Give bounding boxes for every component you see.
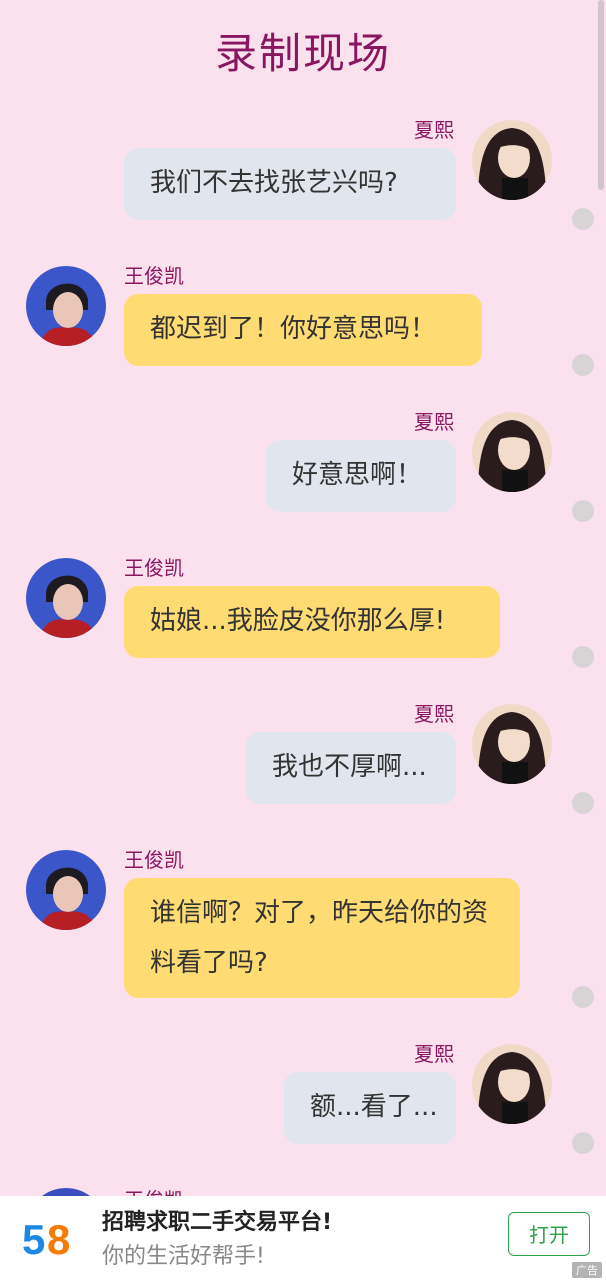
page-title: 录制现场 xyxy=(214,29,391,78)
sender-name: 夏熙 xyxy=(414,702,454,726)
ad-subtitle: 你的生活好帮手! xyxy=(102,1244,265,1269)
sender-name: 夏熙 xyxy=(414,410,454,434)
avatar-xiaxi[interactable] xyxy=(472,120,552,200)
scrollbar[interactable] xyxy=(598,0,604,190)
avatar-xiaxi[interactable] xyxy=(472,412,552,492)
avatar-wangjunkai[interactable] xyxy=(26,558,106,638)
sender-name: 王俊凯 xyxy=(124,848,184,872)
open-button[interactable]: 打开 xyxy=(508,1212,590,1256)
sender-name: 王俊凯 xyxy=(124,264,184,288)
status-dot xyxy=(572,792,594,814)
avatar-wangjunkai[interactable] xyxy=(26,266,106,346)
avatar-wangjunkai[interactable] xyxy=(26,850,106,930)
sender-name: 王俊凯 xyxy=(124,556,184,580)
logo-58-icon: 5 8 xyxy=(22,1216,70,1260)
message-bubble: 好意思啊！ xyxy=(266,440,456,512)
sender-name: 夏熙 xyxy=(414,118,454,142)
avatar-xiaxi[interactable] xyxy=(472,1044,552,1124)
ad-tag: 广告 xyxy=(572,1262,602,1278)
sender-name: 夏熙 xyxy=(414,1042,454,1066)
status-dot xyxy=(572,354,594,376)
message-bubble: 我也不厚啊... xyxy=(246,732,456,804)
svg-text:8: 8 xyxy=(47,1216,70,1260)
status-dot xyxy=(572,646,594,668)
svg-text:5: 5 xyxy=(22,1216,45,1260)
message-bubble: 都迟到了！你好意思吗！ xyxy=(124,294,482,366)
message-bubble: 谁信啊？对了，昨天给你的资料看了吗? xyxy=(124,878,520,998)
ad-title: 招聘求职二手交易平台! xyxy=(102,1210,333,1235)
status-dot xyxy=(572,208,594,230)
status-dot xyxy=(572,500,594,522)
status-dot xyxy=(572,1132,594,1154)
avatar-xiaxi[interactable] xyxy=(472,704,552,784)
status-dot xyxy=(572,986,594,1008)
chat-screen: 录制现场 夏熙 我们不去找张艺兴吗? 王俊凯 都迟到了！你好意思吗！ 夏熙 好意… xyxy=(0,0,606,1280)
message-bubble: 我们不去找张艺兴吗? xyxy=(124,148,456,220)
message-bubble: 姑娘...我脸皮没你那么厚! xyxy=(124,586,500,658)
ad-banner[interactable]: 5 8 招聘求职二手交易平台! 你的生活好帮手! 打开 广告 xyxy=(0,1196,606,1280)
message-bubble: 额...看了... xyxy=(284,1072,456,1144)
